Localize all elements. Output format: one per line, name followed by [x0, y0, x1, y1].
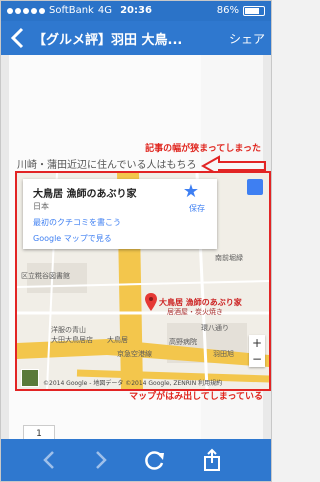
map-label: 羽田旭	[213, 350, 234, 358]
place-name: 大鳥居 漁師のあぶり家	[33, 189, 137, 200]
map-embed[interactable]: 大鳥居 漁師のあぶり家 ★ 保存 日本 最初のクチコミを書こう Google マ…	[15, 171, 271, 391]
star-icon[interactable]: ★	[183, 183, 199, 201]
annotation-bottom: マップがはみ出してしまっている	[129, 392, 263, 402]
back-icon[interactable]	[9, 27, 27, 49]
zoom-in-icon[interactable]: +	[249, 335, 265, 351]
map-label: 高野病院	[169, 338, 197, 346]
pin-sublabel: 居酒屋・炭火焼き	[167, 308, 223, 316]
reload-icon[interactable]	[141, 447, 167, 473]
battery-percent: 86%	[216, 5, 239, 16]
share-icon[interactable]	[199, 447, 225, 473]
satellite-thumbnail[interactable]	[21, 369, 39, 387]
map-label: 大田大鳥居店	[51, 336, 93, 344]
annotation-top: 記事の幅が狭まってしまった	[145, 144, 261, 154]
map-copyright: ©2014 Google - 地図データ ©2014 Google, ZENRI…	[43, 380, 223, 387]
share-button[interactable]: シェア	[229, 30, 265, 47]
save-button[interactable]: 保存	[189, 203, 205, 214]
article-view: 川崎・蒲田近辺に住んでいる人はもちろんのこと、都心近辺にも店舗がいくつかあるよう…	[1, 55, 271, 443]
map-pin-icon[interactable]	[145, 293, 157, 311]
map-label: 大鳥居	[107, 336, 128, 344]
map-label: 南前堀緑	[215, 254, 243, 262]
status-bar: SoftBank 4G 20:36 86%	[1, 1, 271, 21]
map-label: 区立糀谷図書館	[21, 272, 70, 280]
map-label: 京急空港線	[117, 350, 152, 358]
left-gutter	[1, 55, 9, 439]
open-in-google-maps-link[interactable]: Google マップで見る	[33, 233, 112, 244]
place-country: 日本	[33, 202, 49, 211]
map-label: 環八通り	[201, 324, 229, 332]
page-title: 【グルメ評】羽田 大鳥...	[33, 33, 183, 48]
zoom-control[interactable]: + −	[249, 335, 265, 367]
write-review-link[interactable]: 最初のクチコミを書こう	[33, 217, 121, 228]
back-arrow-icon[interactable]	[37, 447, 63, 473]
phone-screen: SoftBank 4G 20:36 86% 【グルメ評】羽田 大鳥... シェア…	[0, 0, 272, 482]
forward-arrow-icon[interactable]	[87, 447, 113, 473]
zoom-out-icon[interactable]: −	[249, 351, 265, 367]
title-bar: 【グルメ評】羽田 大鳥... シェア	[1, 21, 271, 55]
street-view-pegman-icon[interactable]	[247, 179, 263, 195]
place-card: 大鳥居 漁師のあぶり家 ★ 保存 日本 最初のクチコミを書こう Google マ…	[23, 179, 217, 249]
browser-toolbar	[1, 439, 271, 481]
battery-icon	[243, 5, 265, 16]
map-label: 洋服の青山	[51, 326, 86, 334]
